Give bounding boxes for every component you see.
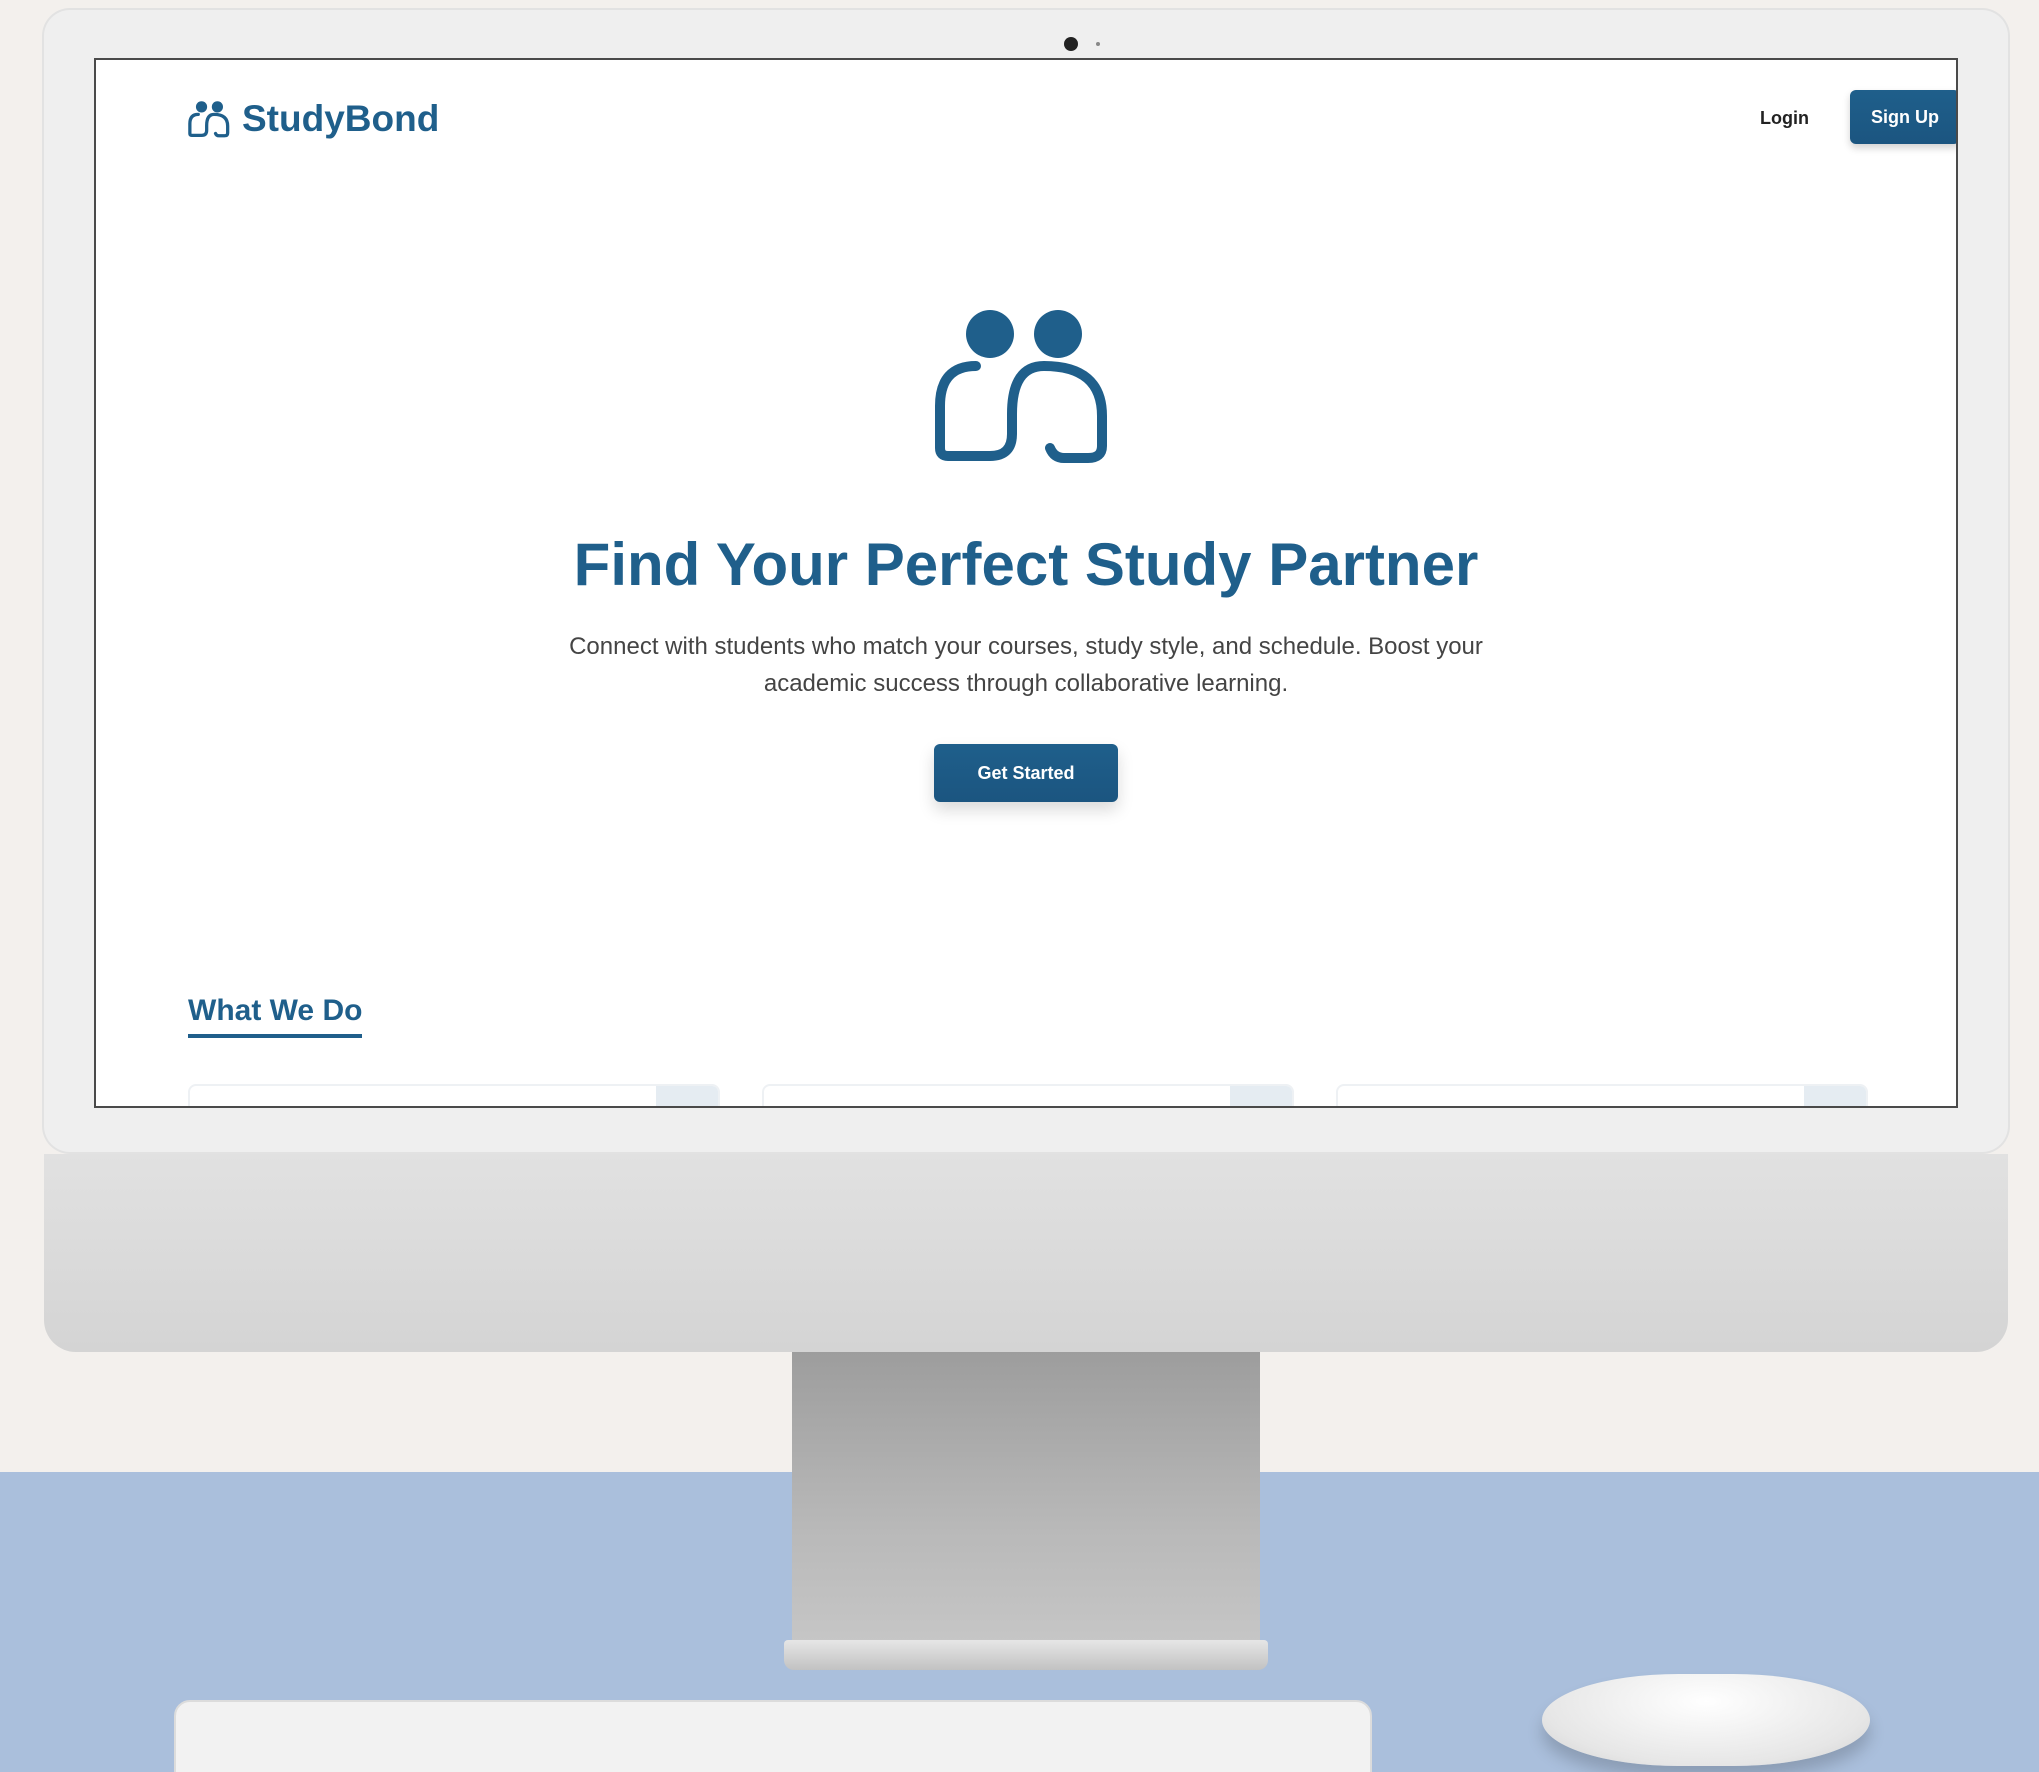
card-icon-placeholder bbox=[1804, 1086, 1866, 1106]
feature-card bbox=[1336, 1084, 1868, 1106]
feature-card bbox=[762, 1084, 1294, 1106]
hero-title: Find Your Perfect Study Partner bbox=[573, 531, 1479, 598]
monitor-stand bbox=[792, 1352, 1260, 1652]
website-screen: StudyBond Login Sign Up Find Your Perfec… bbox=[94, 58, 1958, 1108]
card-icon-placeholder bbox=[1230, 1086, 1292, 1106]
camera-icon bbox=[1064, 37, 1078, 51]
get-started-button[interactable]: Get Started bbox=[934, 744, 1118, 802]
monitor-chin bbox=[44, 1154, 2008, 1352]
two-people-icon bbox=[188, 101, 230, 138]
mouse bbox=[1542, 1674, 1870, 1766]
two-people-icon bbox=[935, 310, 1107, 463]
brand-logo[interactable]: StudyBond bbox=[188, 98, 439, 140]
camera-led bbox=[1096, 42, 1100, 46]
scene: StudyBond Login Sign Up Find Your Perfec… bbox=[0, 0, 2039, 1772]
feature-card bbox=[188, 1084, 720, 1106]
signup-button[interactable]: Sign Up bbox=[1850, 90, 1956, 144]
keyboard bbox=[174, 1700, 1372, 1772]
top-nav: StudyBond Login Sign Up bbox=[188, 90, 1956, 150]
section-title: What We Do bbox=[188, 994, 363, 1038]
monitor-stand-base bbox=[784, 1640, 1268, 1670]
card-icon-placeholder bbox=[656, 1086, 718, 1106]
login-link[interactable]: Login bbox=[1760, 108, 1809, 129]
brand-name: StudyBond bbox=[242, 98, 440, 139]
hero-subtitle: Connect with students who match your cou… bbox=[569, 633, 1483, 697]
